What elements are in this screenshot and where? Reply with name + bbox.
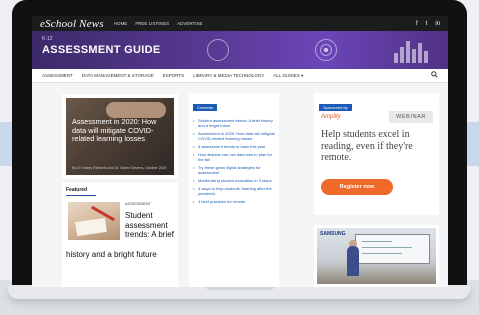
samsung-ad[interactable]: SAMSUNG [314,225,439,287]
nav-item-data-management[interactable]: DATA MANAGEMENT & STORAGE [82,73,154,78]
sponsor-headline: Help students excel in reading, even if … [321,129,413,163]
top-link-home[interactable]: HOME [114,21,128,26]
classroom-image: SAMSUNG [317,228,436,284]
bar-chart-icon [394,37,428,63]
featured-label: Featured [66,187,96,196]
search-icon[interactable] [431,71,438,80]
register-now-button[interactable]: Register now [321,179,393,195]
laptop-screen: eSchool News HOME FREE LISTINGS ADVERTIS… [32,16,448,287]
contents-item[interactable]: Assessment in 2020: How data will mitiga… [193,131,275,141]
nav-item-all-guides[interactable]: ALL GUIDES ▾ [273,73,303,79]
main-article-title[interactable]: Assessment in 2020: How data will mitiga… [72,117,170,144]
twitter-icon[interactable]: t [426,21,428,27]
top-link-free-listings[interactable]: FREE LISTINGS [135,21,169,26]
featured-title-line: assessment [125,220,168,230]
samsung-brand: SAMSUNG [320,231,346,237]
webinar-badge: WEBINAR [389,111,433,123]
top-link-advertise[interactable]: ADVERTISE [177,21,202,26]
whiteboard [355,234,430,264]
main-article-image: Assessment in 2020: How data will mitiga… [66,98,174,175]
main-nav: ASSESSMENT DATA MANAGEMENT & STORAGE ESP… [32,69,448,83]
sponsor-brand[interactable]: Amplify [321,114,341,120]
nav-item-assessment[interactable]: ASSESSMENT [42,73,73,78]
page-content: Assessment in 2020: How data will mitiga… [32,83,448,287]
featured-title-last-line[interactable]: history and a bright future [66,250,157,259]
main-article-card[interactable]: Assessment in 2020: How data will mitiga… [62,94,178,179]
featured-title-line: trends: A brief [125,230,174,239]
compass-icon [204,31,232,69]
featured-title-line: Student [125,211,153,220]
contents-item[interactable]: Student assessment trends: A brief histo… [193,118,275,128]
contents-item[interactable]: How districts can use data now to plan f… [193,152,275,162]
contents-item[interactable]: 4 best practices for remote [193,199,275,204]
featured-title[interactable]: Student assessment trends: A brief [125,211,177,240]
sponsor-ad: Sponsored by Amplify WEBINAR Help studen… [314,93,439,215]
social-links: f t in [416,21,440,27]
target-icon [312,31,340,69]
site-logo[interactable]: eSchool News [40,18,104,30]
nav-item-library-media[interactable]: LIBRARY & MEDIA TECHNOLOGY [193,73,264,78]
linkedin-icon[interactable]: in [435,21,440,27]
contents-panel: Contents Student assessment trends: A br… [189,93,279,287]
contents-item[interactable]: Try these great digital strategies for a… [193,165,275,175]
contents-label: Contents [193,104,218,111]
nav-item-esports[interactable]: ESPORTS [163,73,184,78]
top-bar: eSchool News HOME FREE LISTINGS ADVERTIS… [32,16,448,31]
sponsor-label: Sponsored by [319,104,352,111]
hero-banner: K-12 ASSESSMENT GUIDE [32,31,448,69]
hero-kicker: K-12 [42,36,53,42]
facebook-icon[interactable]: f [416,21,418,27]
teacher-figure [347,246,359,276]
contents-item[interactable]: Modernizing student evaluation in 3 step… [193,178,275,183]
featured-card: Featured ASSESSMENT Student assessment t… [62,183,178,287]
main-article-byline: By Dr. Kasey Richards and Dr. Karen Stev… [72,166,167,170]
contents-item[interactable]: 5 assessment trends to track this year [193,144,275,149]
featured-image[interactable] [68,202,120,240]
hero-title: ASSESSMENT GUIDE [42,44,161,56]
contents-item[interactable]: 3 ways to help students' learning after … [193,186,275,196]
featured-category[interactable]: ASSESSMENT [125,202,151,206]
contents-list: Student assessment trends: A brief histo… [193,118,275,204]
